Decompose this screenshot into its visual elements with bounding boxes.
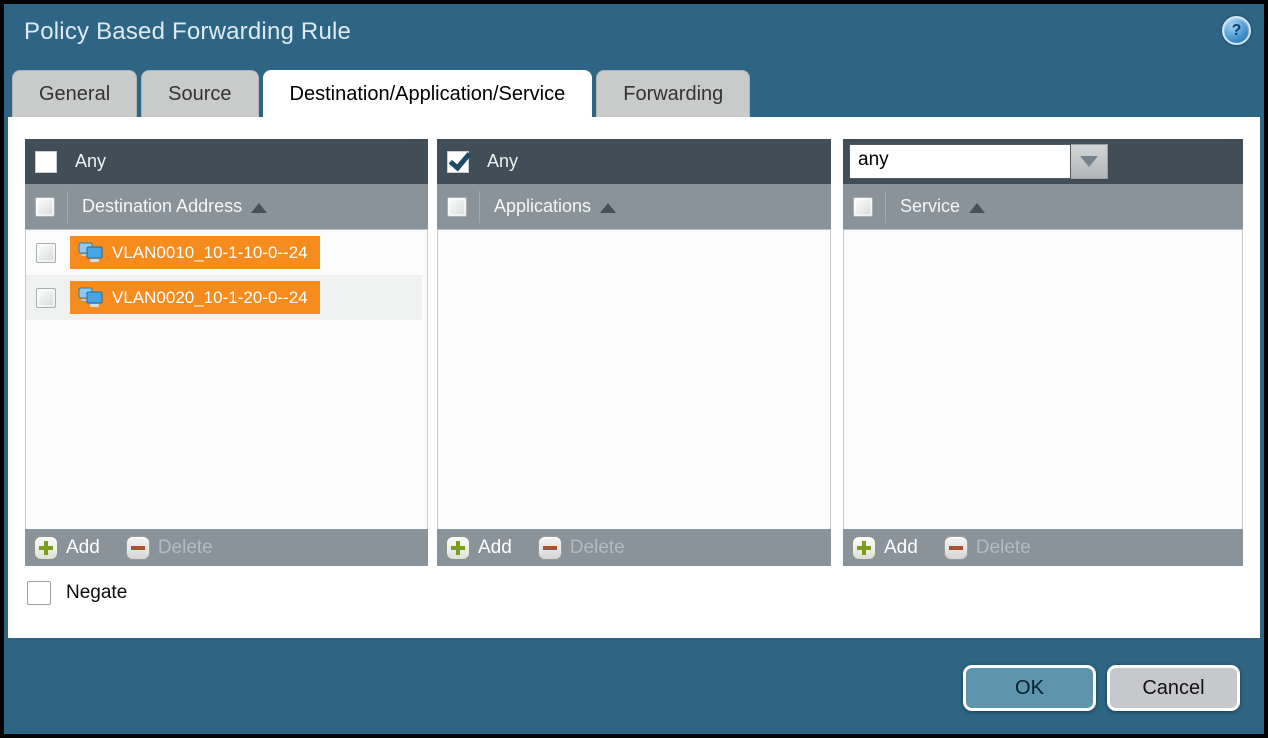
header-divider — [479, 191, 480, 223]
sort-asc-icon[interactable] — [600, 203, 616, 213]
add-icon[interactable] — [446, 536, 470, 560]
network-address-icon — [78, 242, 104, 264]
delete-icon[interactable] — [126, 536, 150, 560]
policy-based-forwarding-dialog: Policy Based Forwarding Rule ? General S… — [0, 0, 1268, 738]
applications-list — [437, 230, 831, 529]
applications-select-all-checkbox[interactable] — [447, 197, 467, 217]
applications-delete-button[interactable]: Delete — [570, 537, 625, 559]
tab-source[interactable]: Source — [141, 70, 258, 117]
applications-any-checkbox[interactable] — [447, 151, 469, 173]
network-address-icon — [78, 287, 104, 309]
destination-select-all-checkbox[interactable] — [35, 197, 55, 217]
applications-any-bar: Any — [437, 139, 831, 184]
destination-list-footer: Add Delete — [25, 529, 428, 566]
service-add-button[interactable]: Add — [884, 537, 918, 559]
applications-column: Any Applications Add Delete — [437, 139, 831, 566]
dropdown-button[interactable] — [1071, 144, 1108, 179]
service-header: Service — [843, 184, 1243, 230]
service-type-value: any — [849, 144, 1071, 179]
destination-address-column: Any Destination Address VLAN0010_10-1-10… — [25, 139, 428, 566]
negate-label: Negate — [66, 582, 127, 604]
service-select-all-checkbox[interactable] — [853, 197, 873, 217]
tab-content-panel: Any Destination Address VLAN0010_10-1-10… — [8, 117, 1260, 638]
delete-icon[interactable] — [944, 536, 968, 560]
destination-address-list: VLAN0010_10-1-10-0--24 VLAN0020_10-1-20-… — [25, 230, 428, 529]
tab-destination-application-service[interactable]: Destination/Application/Service — [263, 70, 593, 117]
header-divider — [67, 191, 68, 223]
ok-button[interactable]: OK — [963, 665, 1096, 711]
destination-delete-button[interactable]: Delete — [158, 537, 213, 559]
delete-icon[interactable] — [538, 536, 562, 560]
address-object-label: VLAN0010_10-1-10-0--24 — [112, 243, 308, 263]
service-delete-button[interactable]: Delete — [976, 537, 1031, 559]
negate-option: Negate — [27, 581, 127, 605]
service-type-dropdown[interactable]: any — [849, 144, 1108, 179]
header-divider — [885, 191, 886, 223]
tab-forwarding[interactable]: Forwarding — [596, 70, 750, 117]
service-dropdown-bar: any — [843, 139, 1243, 184]
applications-any-label: Any — [487, 151, 518, 172]
row-checkbox[interactable] — [36, 288, 56, 308]
destination-address-header: Destination Address — [25, 184, 428, 230]
row-checkbox[interactable] — [36, 243, 56, 263]
tab-general[interactable]: General — [12, 70, 137, 117]
tab-bar: General Source Destination/Application/S… — [12, 70, 750, 117]
applications-header: Applications — [437, 184, 831, 230]
service-list — [843, 230, 1243, 529]
help-icon[interactable]: ? — [1222, 16, 1251, 45]
sort-asc-icon[interactable] — [969, 203, 985, 213]
negate-checkbox[interactable] — [27, 581, 51, 605]
destination-any-label: Any — [75, 151, 106, 172]
dialog-title: Policy Based Forwarding Rule — [24, 18, 351, 46]
destination-any-bar: Any — [25, 139, 428, 184]
chevron-down-icon — [1080, 156, 1098, 167]
applications-list-footer: Add Delete — [437, 529, 831, 566]
address-object-label: VLAN0020_10-1-20-0--24 — [112, 288, 308, 308]
destination-add-button[interactable]: Add — [66, 537, 100, 559]
add-icon[interactable] — [852, 536, 876, 560]
add-icon[interactable] — [34, 536, 58, 560]
service-column: any Service Add Delete — [843, 139, 1243, 566]
service-list-footer: Add Delete — [843, 529, 1243, 566]
address-object-chip[interactable]: VLAN0010_10-1-10-0--24 — [70, 236, 320, 269]
service-header-label: Service — [900, 196, 960, 217]
address-object-chip[interactable]: VLAN0020_10-1-20-0--24 — [70, 281, 320, 314]
applications-add-button[interactable]: Add — [478, 537, 512, 559]
destination-any-checkbox[interactable] — [35, 151, 57, 173]
table-row: VLAN0010_10-1-10-0--24 — [26, 230, 422, 275]
sort-asc-icon[interactable] — [251, 203, 267, 213]
table-row: VLAN0020_10-1-20-0--24 — [26, 275, 422, 320]
applications-header-label: Applications — [494, 196, 591, 217]
cancel-button[interactable]: Cancel — [1107, 665, 1240, 711]
destination-address-header-label: Destination Address — [82, 196, 242, 217]
